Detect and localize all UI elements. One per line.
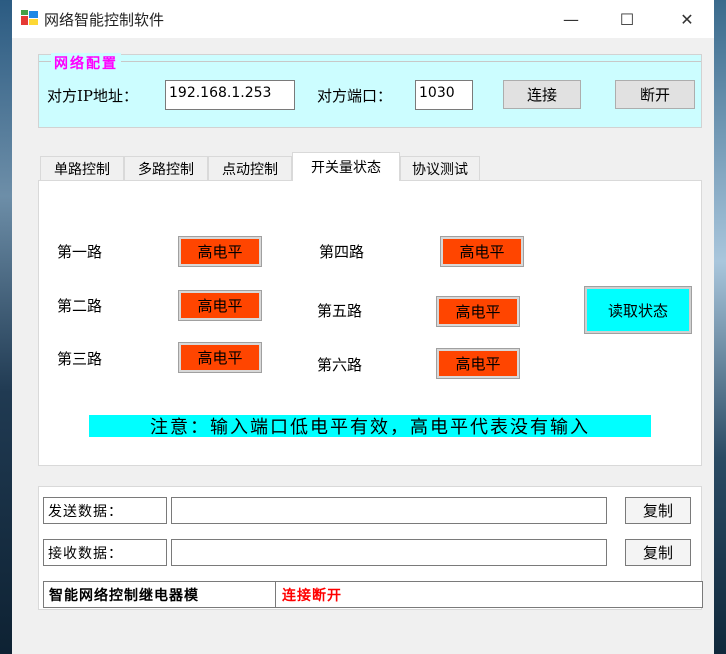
app-window-icon xyxy=(21,10,38,25)
maximize-icon: ☐ xyxy=(619,9,635,29)
send-data-field[interactable] xyxy=(171,497,607,524)
window-title: 网络智能控制软件 xyxy=(44,11,165,29)
title-bar[interactable]: 网络智能控制软件 — ☐ ✕ xyxy=(12,0,714,38)
device-name: 智能网络控制继电器模 xyxy=(44,582,276,607)
receive-data-label: 接收数据： xyxy=(43,539,167,566)
network-config-title: 网络配置 xyxy=(51,53,121,73)
read-status-button[interactable]: 读取状态 xyxy=(584,286,692,334)
data-panel: 发送数据： 复制 接收数据： 复制 智能网络控制继电器模 连接断开 xyxy=(38,486,703,610)
copy-send-button[interactable]: 复制 xyxy=(625,497,691,524)
disconnect-button[interactable]: 断开 xyxy=(615,80,695,109)
network-config-group: 网络配置 对方IP地址： 192.168.1.253 对方端口： 1030 连接… xyxy=(38,53,702,128)
route-label: 第一路 xyxy=(57,243,103,261)
port-input[interactable]: 1030 xyxy=(415,80,473,110)
ip-input[interactable]: 192.168.1.253 xyxy=(165,80,295,110)
group-border-line xyxy=(39,61,701,62)
connection-status: 连接断开 xyxy=(282,588,342,604)
route-label: 第二路 xyxy=(57,297,103,315)
switch-status-panel: 第一路 高电平 第二路 高电平 第三路 高电平 第四路 高电平 第五路 高电平 … xyxy=(38,180,702,466)
send-data-label: 发送数据： xyxy=(43,497,167,524)
route-2-level: 高电平 xyxy=(178,290,262,321)
desktop-background-right xyxy=(712,0,726,654)
ip-label: 对方IP地址： xyxy=(47,87,139,105)
route-label: 第三路 xyxy=(57,350,103,368)
client-area: 网络配置 对方IP地址： 192.168.1.253 对方端口： 1030 连接… xyxy=(12,38,714,654)
tab-switch-status[interactable]: 开关量状态 xyxy=(292,152,400,181)
minimize-button[interactable]: — xyxy=(542,0,600,38)
close-icon: ✕ xyxy=(680,9,694,29)
minimize-icon: — xyxy=(563,9,579,29)
port-label: 对方端口： xyxy=(317,87,393,105)
route-label: 第五路 xyxy=(317,302,363,320)
tab-multi-control[interactable]: 多路控制 xyxy=(124,156,208,180)
route-6-level: 高电平 xyxy=(436,348,520,379)
copy-receive-button[interactable]: 复制 xyxy=(625,539,691,566)
route-3-level: 高电平 xyxy=(178,342,262,373)
app-window: 网络智能控制软件 — ☐ ✕ 网络配置 对方IP地址： 192.168.1.25… xyxy=(12,0,714,654)
route-4-level: 高电平 xyxy=(440,236,524,267)
maximize-button[interactable]: ☐ xyxy=(598,0,656,38)
route-label: 第四路 xyxy=(319,243,365,261)
route-5-level: 高电平 xyxy=(436,296,520,327)
connect-button[interactable]: 连接 xyxy=(503,80,581,109)
tab-jog-control[interactable]: 点动控制 xyxy=(208,156,292,180)
route-label: 第六路 xyxy=(317,356,363,374)
close-button[interactable]: ✕ xyxy=(658,0,716,38)
tab-single-control[interactable]: 单路控制 xyxy=(40,156,124,180)
tab-protocol-test[interactable]: 协议测试 xyxy=(400,156,480,180)
receive-data-field[interactable] xyxy=(171,539,607,566)
status-bar: 智能网络控制继电器模 连接断开 xyxy=(43,581,703,608)
notice-banner: 注意：输入端口低电平有效，高电平代表没有输入 xyxy=(89,415,651,438)
route-1-level: 高电平 xyxy=(178,236,262,267)
